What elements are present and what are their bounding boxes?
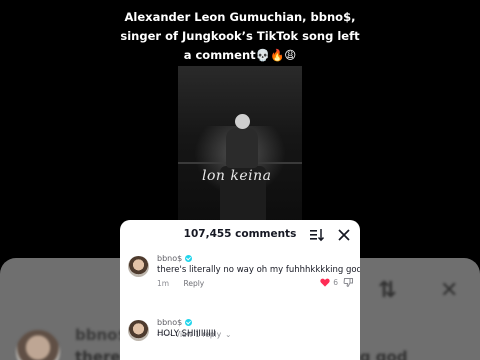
background-avatar xyxy=(16,330,60,360)
comment-author[interactable]: bbno$ xyxy=(157,254,193,263)
avatar[interactable] xyxy=(128,256,149,277)
like-button[interactable]: 6 xyxy=(320,278,338,287)
dancer-head xyxy=(235,114,250,129)
comment-author-name: bbno$ xyxy=(157,318,183,327)
chevron-down-icon: ⌄ xyxy=(225,330,232,339)
comment-time: 1m xyxy=(157,279,170,288)
comments-sheet: 107,455 comments bbno$ there's literally… xyxy=(120,220,360,360)
video-watermark: lon keina xyxy=(202,168,272,184)
comment-text: HOLY SHIIIIIIIII xyxy=(157,329,216,339)
verified-icon xyxy=(185,255,193,262)
background-sort-icon: ⇅ xyxy=(378,278,397,303)
sort-icon[interactable] xyxy=(310,228,324,242)
background-close-icon: ✕ xyxy=(440,278,459,303)
comment-count: 107,455 comments xyxy=(183,228,297,240)
like-count: 6 xyxy=(333,278,338,287)
comments-header: 107,455 comments xyxy=(120,220,360,250)
avatar[interactable] xyxy=(128,320,149,341)
dancer-body xyxy=(226,128,258,168)
verified-icon xyxy=(185,319,193,326)
dislike-icon[interactable] xyxy=(343,277,354,288)
video-caption: Alexander Leon Gumuchian, bbno$, singer … xyxy=(120,10,360,62)
reply-button[interactable]: Reply xyxy=(183,279,204,288)
comment-meta: 1m Reply xyxy=(157,279,204,288)
comment-author[interactable]: bbno$ xyxy=(157,318,193,327)
close-icon[interactable] xyxy=(336,227,352,243)
video-frame[interactable]: lon keina xyxy=(178,66,302,224)
comment-author-name: bbno$ xyxy=(157,254,183,263)
comment-text: there's literally no way oh my fuhhhkkkk… xyxy=(157,265,360,275)
heart-icon xyxy=(320,278,330,287)
